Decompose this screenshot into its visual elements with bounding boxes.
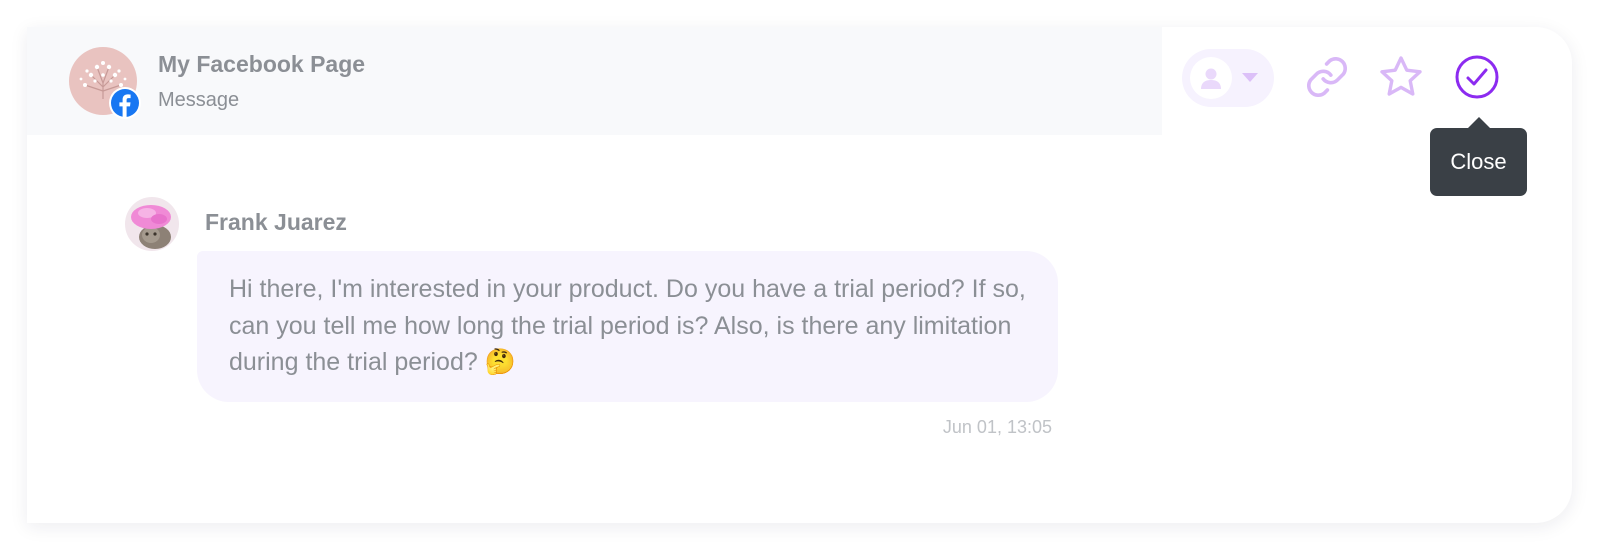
star-icon (1380, 56, 1422, 96)
link-button[interactable] (1303, 53, 1351, 101)
close-conversation-button[interactable] (1453, 53, 1501, 101)
assignee-dropdown[interactable] (1182, 49, 1274, 107)
check-circle-icon (1455, 55, 1499, 99)
conversation-card: My Facebook Page Message Close Frank Jua… (27, 27, 1572, 523)
channel-label: Message (158, 89, 240, 111)
user-icon (1190, 57, 1232, 99)
message-text: Hi there, I'm interested in your product… (229, 275, 1026, 376)
star-button[interactable] (1377, 53, 1425, 101)
link-icon (1307, 57, 1347, 97)
sender-name: Frank Juarez (205, 209, 347, 235)
sender-avatar (125, 197, 179, 251)
cat-avatar-icon (131, 205, 171, 249)
message-bubble: Hi there, I'm interested in your product… (197, 251, 1058, 402)
message-timestamp: Jun 01, 13:05 (942, 417, 1052, 437)
close-tooltip: Close (1430, 117, 1527, 196)
page-name: My Facebook Page (158, 51, 366, 77)
facebook-icon (109, 87, 141, 119)
caret-down-icon (1242, 73, 1258, 82)
conversation-header: My Facebook Page Message (27, 27, 1162, 135)
